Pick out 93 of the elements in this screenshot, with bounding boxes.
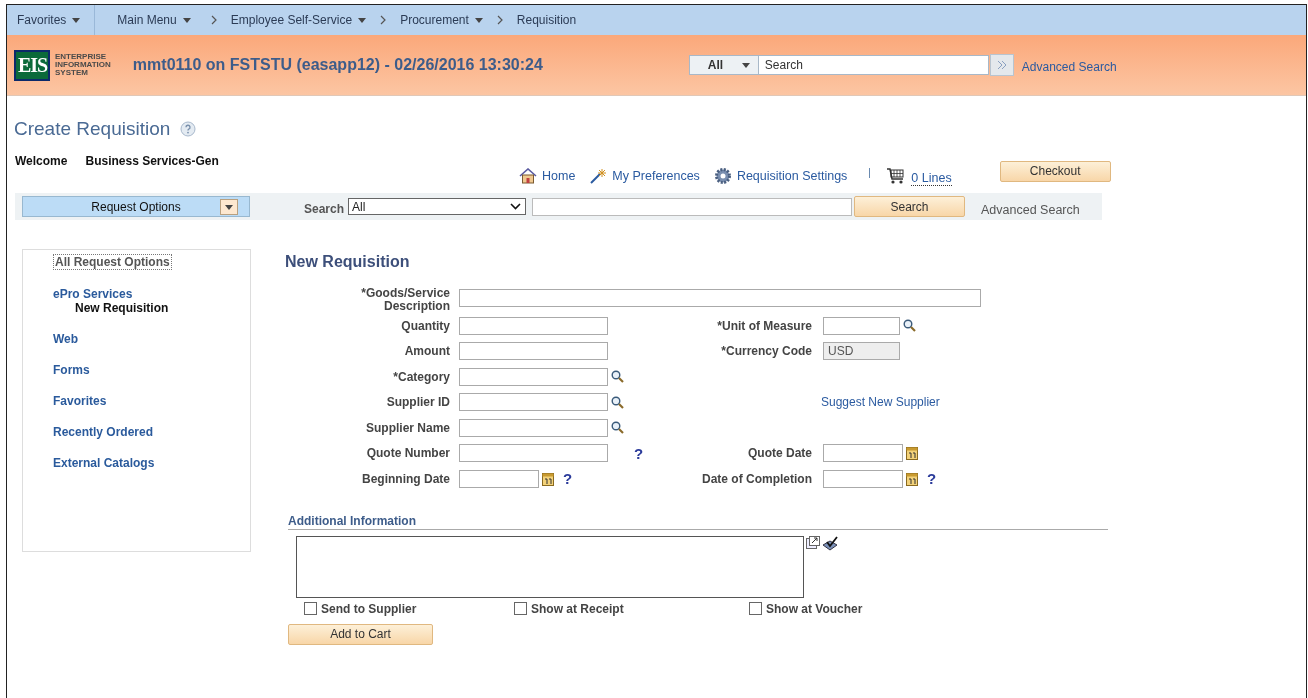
sidebar-subitem[interactable]: New Requisition [75,301,169,315]
field-label: Amount [403,344,450,359]
search-field[interactable] [532,197,853,216]
checkbox[interactable]: Show at Voucher [749,601,949,616]
calendar-icon[interactable] [542,471,554,486]
double-chevron-icon [996,60,1007,70]
toolbar-link[interactable]: My Preferences [612,169,700,183]
go-button[interactable] [989,54,1014,76]
welcome-label: Welcome [15,154,68,168]
nav-menu-item[interactable]: Main Menu [95,13,207,27]
nav-menu-item[interactable]: Procurement [390,13,493,27]
search-icon[interactable] [903,319,916,333]
session-title: mmt0110 on FSTSTU (easapp12) - 02/26/2016 13:30:24 [132,56,544,74]
search-scope-select[interactable]: All [348,198,527,215]
sidebar-item[interactable]: Forms [53,363,90,377]
text-area[interactable] [296,535,804,598]
chevron-icon [496,15,503,25]
caret-icon [182,17,191,23]
nav-menu-item[interactable]: Requisition [506,13,587,27]
caret-icon [225,204,233,210]
cart-icon [886,167,907,185]
date-field[interactable] [459,469,539,488]
search-field[interactable]: Search [758,55,989,75]
user-name: Business Services-Gen [85,154,219,168]
date-field[interactable] [823,444,903,463]
sidebar-item[interactable]: Favorites [53,394,107,408]
request-options-dropdown[interactable]: Request Options [22,196,250,217]
field-label: Supplier Name [364,420,450,435]
wand-icon [589,168,608,184]
toolbar-link[interactable]: Home [542,169,576,183]
sidebar-item[interactable]: ePro Services [53,287,133,301]
logo-text: ENTERPRISE INFORMATION SYSTEM [55,53,111,77]
field-label: *Category [392,369,450,384]
caret-icon [474,17,483,23]
house-icon [519,168,537,184]
field-label: Quote Number [365,446,450,461]
spellcheck-icon[interactable] [822,535,838,551]
input-field[interactable] [459,289,981,307]
field-label: Beginning Date [361,471,450,486]
date-field[interactable] [823,469,903,488]
scope-dropdown[interactable]: All [688,55,759,75]
field-label: Quote Date [747,446,812,461]
field-label: Supplier ID [385,395,450,410]
field-label: *Unit of Measure [716,318,812,333]
calendar-icon[interactable] [906,471,918,486]
search-icon[interactable] [611,370,624,384]
advanced-search-link[interactable]: Advanced Search [981,202,1080,217]
search-icon[interactable] [611,421,624,435]
section-title: New Requisition [285,253,411,271]
sidebar-item[interactable]: Recently Ordered [53,425,154,439]
sidebar-item[interactable]: Web [53,332,79,346]
advanced-search-link[interactable]: Advanced Search [1021,59,1117,74]
checkbox[interactable]: Send to Supplier [304,601,514,616]
expand-icon[interactable] [806,535,820,549]
field-label: *Currency Code [720,344,812,359]
help-icon[interactable] [180,121,197,137]
calendar-icon[interactable] [906,446,918,461]
field-label: Quantity [400,318,450,333]
page-title: Create Requisition [14,118,171,140]
toolbar-link[interactable]: 0 Lines [911,170,952,186]
input-field[interactable] [459,444,608,463]
toolbar-link[interactable]: Requisition Settings [736,169,848,183]
input-field[interactable] [459,393,608,412]
logo-mark: EIS [14,49,50,81]
input-field[interactable] [459,316,608,335]
help-icon[interactable]: ? [927,470,937,488]
gear-icon [713,167,732,185]
chevron-icon [380,15,387,25]
help-icon[interactable]: ? [634,444,644,462]
add-to-cart-button[interactable]: Add to Cart [288,623,433,645]
caret-icon [741,62,750,68]
input-field[interactable] [823,316,900,335]
input-field[interactable] [459,418,608,437]
input-field: USD [823,342,900,361]
field-label: Date of Completion [701,471,812,486]
caret-icon [358,17,367,23]
help-icon[interactable]: ? [563,470,573,488]
checkout-button[interactable]: Checkout [999,160,1111,182]
chevron-icon [210,15,217,25]
search-icon[interactable] [611,395,624,409]
checkbox[interactable]: Show at Receipt [514,601,749,616]
sidebar-header-link[interactable]: All Request Options [53,254,172,270]
section-heading: Additional Information [288,513,1108,530]
input-field[interactable] [459,367,608,386]
search-button[interactable]: Search [854,196,966,217]
sidebar-item[interactable]: External Catalogs [53,456,155,470]
caret-icon [72,17,81,23]
nav-menu-item[interactable]: Employee Self-Service [220,13,377,27]
field-label: *Goods/Service Description [360,287,450,313]
input-field[interactable] [459,342,608,361]
chevron-down-icon [510,203,522,210]
search-label: Search [304,201,345,216]
suggest-supplier-link[interactable]: Suggest New Supplier [821,395,940,410]
